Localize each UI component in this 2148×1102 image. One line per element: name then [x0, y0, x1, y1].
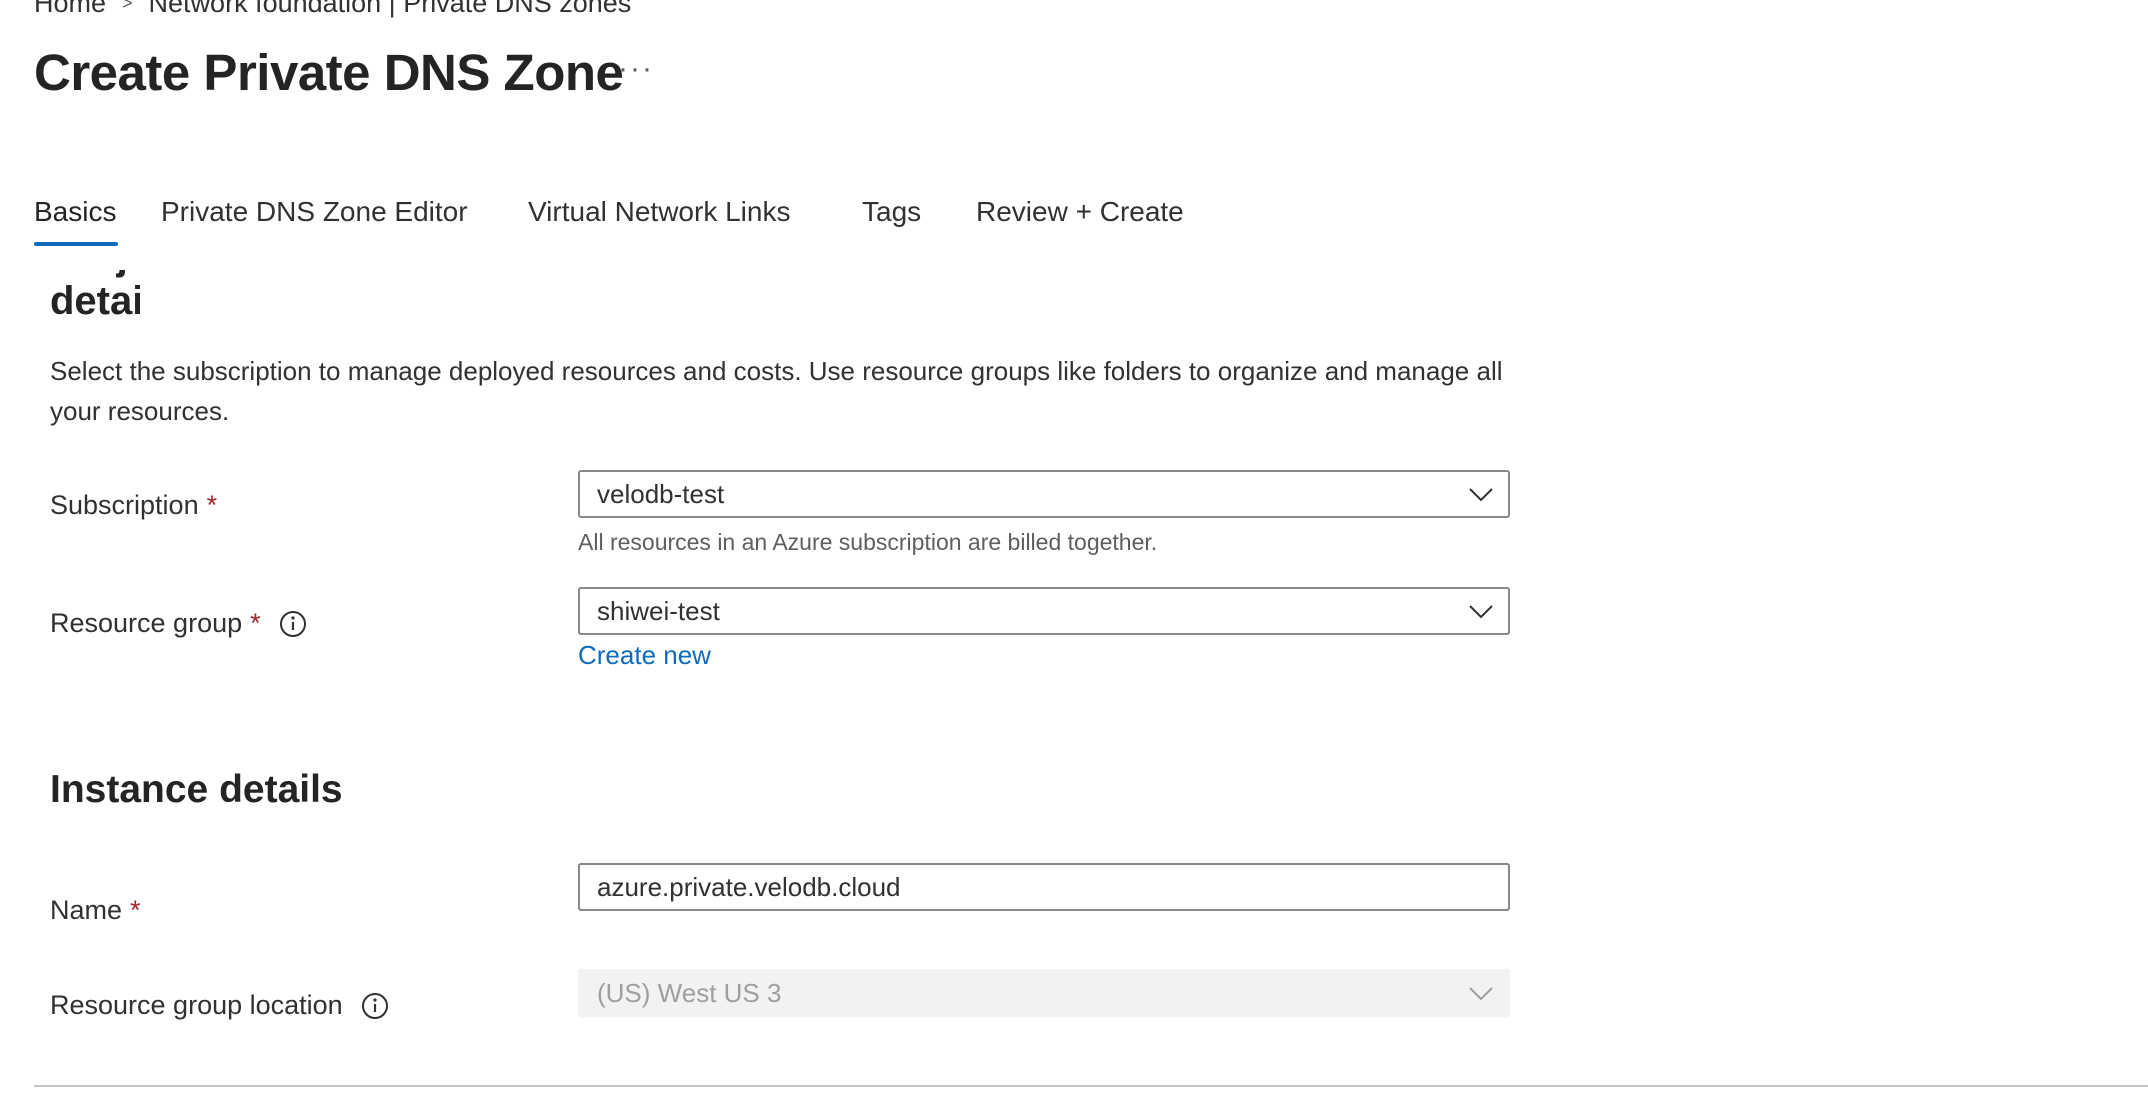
- chevron-down-icon: [1469, 488, 1493, 502]
- info-icon[interactable]: [361, 992, 389, 1020]
- info-icon[interactable]: [279, 610, 307, 638]
- name-label-text: Name: [50, 895, 123, 925]
- tab-virtual-network-links[interactable]: Virtual Network Links: [528, 196, 790, 246]
- breadcrumb-parent[interactable]: Network foundation | Private DNS zones: [149, 0, 632, 19]
- tab-review-create[interactable]: Review + Create: [976, 196, 1184, 246]
- create-new-resource-group-link[interactable]: Create new: [578, 640, 711, 671]
- resource-group-label-text: Resource group: [50, 608, 243, 638]
- page-title: Create Private DNS Zone: [34, 44, 624, 101]
- resource-group-location-label: Resource group location: [50, 990, 389, 1021]
- resource-group-location-value: (US) West US 3: [597, 977, 782, 1008]
- tab-basics[interactable]: Basics: [34, 196, 119, 246]
- resource-group-value: shiwei-test: [597, 595, 720, 626]
- tab-tags[interactable]: Tags: [862, 196, 921, 246]
- chevron-down-icon: [1469, 987, 1493, 1001]
- footer-divider: [34, 1085, 2148, 1087]
- chevron-down-icon: [1469, 605, 1493, 619]
- subscription-value: velodb-test: [597, 478, 725, 509]
- resource-group-location-label-text: Resource group location: [50, 990, 343, 1020]
- required-asterisk: *: [130, 895, 141, 925]
- subscription-helper-text: All resources in an Azure subscription a…: [578, 529, 1158, 555]
- subscription-dropdown[interactable]: velodb-test: [578, 470, 1510, 518]
- breadcrumb-separator: >: [122, 0, 133, 13]
- breadcrumb: Home > Network foundation | Private DNS …: [34, 0, 631, 19]
- name-label: Name *: [50, 895, 141, 926]
- required-asterisk: *: [250, 608, 261, 638]
- project-details-heading-clipped: Project details: [50, 270, 140, 320]
- project-details-heading: Project details: [50, 270, 140, 320]
- breadcrumb-home[interactable]: Home: [34, 0, 106, 19]
- tab-private-dns-zone-editor[interactable]: Private DNS Zone Editor: [161, 196, 468, 246]
- more-options-button[interactable]: ···: [618, 52, 654, 86]
- resource-group-label: Resource group *: [50, 608, 307, 639]
- project-details-description: Select the subscription to manage deploy…: [50, 356, 1503, 426]
- required-asterisk: *: [206, 490, 218, 520]
- resource-group-dropdown[interactable]: shiwei-test: [578, 587, 1510, 635]
- subscription-label-text: Subscription: [50, 490, 199, 520]
- subscription-label: Subscription *: [50, 490, 217, 521]
- instance-details-heading: Instance details: [50, 768, 343, 811]
- resource-group-location-dropdown: (US) West US 3: [578, 969, 1510, 1017]
- name-input[interactable]: [578, 863, 1510, 911]
